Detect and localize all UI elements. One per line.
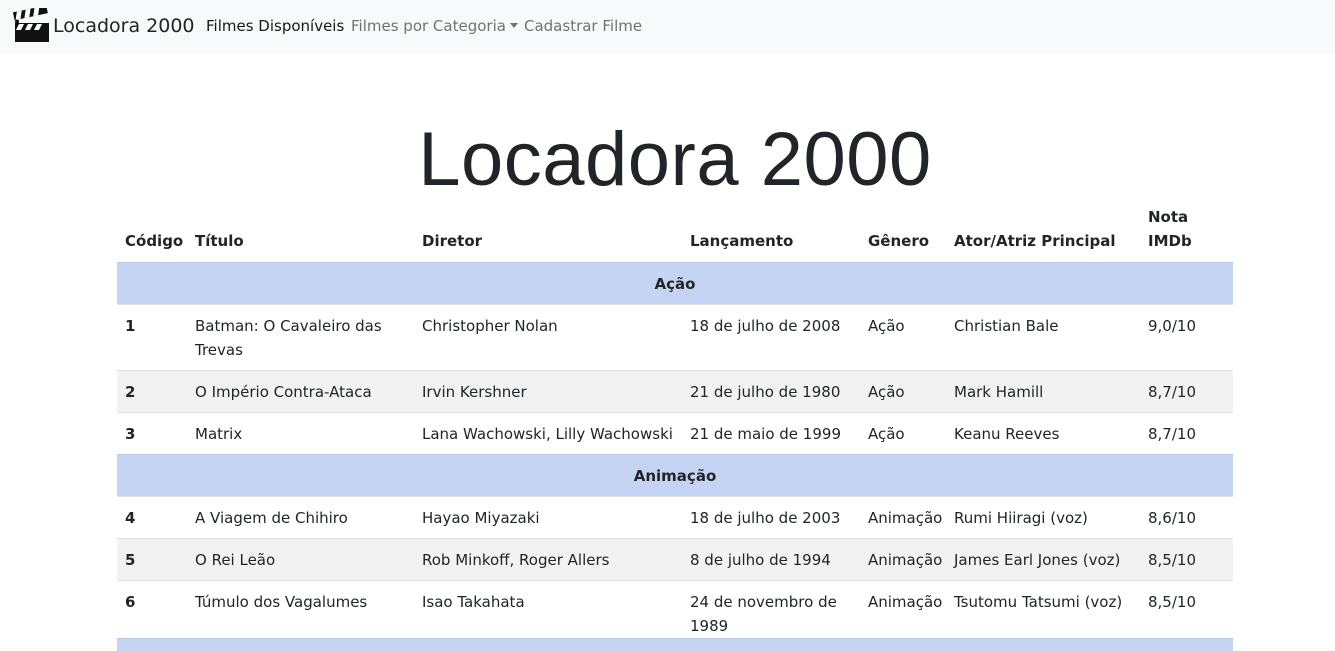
cell-title: O Império Contra-Ataca — [187, 369, 414, 412]
clapperboard-icon — [13, 8, 51, 44]
cell-imdb-rating: 8,5/10 — [1140, 537, 1233, 580]
category-label: Animação — [117, 453, 1233, 496]
cell-imdb-rating: 8,7/10 — [1140, 411, 1233, 454]
cell-release-date: 8 de julho de 1994 — [682, 537, 860, 580]
nav-filmes-por-categoria[interactable]: Filmes por Categoria — [351, 17, 518, 35]
cell-title: O Rei Leão — [187, 537, 414, 580]
cell-code: 2 — [117, 369, 187, 412]
cell-imdb-rating: 8,6/10 — [1140, 495, 1233, 538]
table-row: 2O Império Contra-Ataca Irvin Kershner 21 … — [117, 369, 1233, 412]
table-row: 3 Matrix Lana Wachowski, Lilly Wachowski 21… — [117, 411, 1233, 454]
table-row: 4A Viagem de Chihiro Hayao Miyazaki 18 de … — [117, 495, 1233, 538]
cell-director: Isao Takahata — [414, 579, 682, 646]
cell-director: Hayao Miyazaki — [414, 495, 682, 538]
cell-genre: Animação — [860, 495, 946, 538]
cell-release-date: 24 de novembro de 1989 — [682, 579, 860, 646]
cell-director: Lana Wachowski, Lilly Wachowski — [414, 411, 682, 454]
cell-title: Túmulo dos Vagalumes — [187, 579, 414, 646]
cell-director: Rob Minkoff, Roger Allers — [414, 537, 682, 580]
header-col-nota: Nota IMDb — [1148, 207, 1192, 250]
cell-code: 1 — [117, 303, 187, 370]
cell-release-date: 21 de maio de 1999 — [682, 411, 860, 454]
brand-text: Locadora 2000 — [53, 15, 195, 37]
movies-table: Código Título Diretor Lançamento Gênero Ator/… — [117, 200, 1233, 646]
cell-code: 4 — [117, 495, 187, 538]
category-row: Ação — [117, 261, 1233, 304]
table-header-row: Código Título Diretor Lançamento Gênero Ator/… — [117, 200, 1233, 262]
category-row-partial — [117, 638, 1233, 651]
cell-release-date: 21 de julho de 1980 — [682, 369, 860, 412]
table-header: Código Título Diretor Lançamento Gênero Ator/… — [117, 200, 1233, 262]
cell-genre: Animação — [860, 579, 946, 646]
cell-director: Irvin Kershner — [414, 369, 682, 412]
cell-title: Batman: O Cavaleiro das Trevas — [187, 303, 414, 370]
cell-code: 5 — [117, 537, 187, 580]
category-row: Animação — [117, 453, 1233, 496]
table-row: 6 Túmulo dos Vagalumes Isao Takahata 24 de … — [117, 579, 1233, 646]
cell-imdb-rating: 9,0/10 — [1140, 303, 1233, 370]
table-row: 1 Batman: O Cavaleiro das Trevas Christoph… — [117, 303, 1233, 370]
cell-lead-actor: Rumi Hiiragi (voz) — [946, 495, 1140, 538]
header-col-codigo: Código — [125, 231, 184, 250]
cell-title: Matrix — [187, 411, 414, 454]
cell-lead-actor: Tsutomu Tatsumi (voz) — [946, 579, 1140, 646]
cell-lead-actor: Keanu Reeves — [946, 411, 1140, 454]
cell-code: 6 — [117, 579, 187, 646]
chevron-down-icon — [509, 23, 518, 28]
navbar-brand[interactable]: Locadora 2000 — [13, 6, 195, 46]
header-col-lancamento: Lançamento — [690, 231, 794, 250]
table-body: Ação 1 Batman: O Cavaleiro das Trevas Chris… — [117, 261, 1233, 646]
cell-genre: Ação — [860, 411, 946, 454]
cell-lead-actor: James Earl Jones (voz) — [946, 537, 1140, 580]
cell-title: A Viagem de Chihiro — [187, 495, 414, 538]
header-col-ator: Ator/Atriz Principal — [954, 231, 1116, 250]
header-col-genero: Gênero — [868, 231, 930, 250]
navbar: Locadora 2000 Filmes Disponíveis Filmes … — [0, 0, 1335, 54]
page-title: Locadora 2000 — [418, 116, 932, 202]
cell-director: Christopher Nolan — [414, 303, 682, 370]
cell-genre: Animação — [860, 537, 946, 580]
category-label: Ação — [117, 261, 1233, 304]
cell-release-date: 18 de julho de 2003 — [682, 495, 860, 538]
cell-lead-actor: Christian Bale — [946, 303, 1140, 370]
cell-release-date: 18 de julho de 2008 — [682, 303, 860, 370]
cell-lead-actor: Mark Hamill — [946, 369, 1140, 412]
cell-code: 3 — [117, 411, 187, 454]
cell-imdb-rating: 8,7/10 — [1140, 369, 1233, 412]
nav-filmes-por-categoria-label: Filmes por Categoria — [351, 17, 506, 35]
nav-cadastrar-filme[interactable]: Cadastrar Filme — [524, 17, 642, 35]
header-col-diretor: Diretor — [422, 231, 483, 250]
nav-filmes-disponiveis[interactable]: Filmes Disponíveis — [206, 17, 344, 35]
header-col-titulo: Título — [195, 231, 244, 250]
cell-genre: Ação — [860, 303, 946, 370]
cell-genre: Ação — [860, 369, 946, 412]
table-row: 5O Rei Leão Rob Minkoff, Roger Allers 8 de… — [117, 537, 1233, 580]
cell-imdb-rating: 8,5/10 — [1140, 579, 1233, 646]
